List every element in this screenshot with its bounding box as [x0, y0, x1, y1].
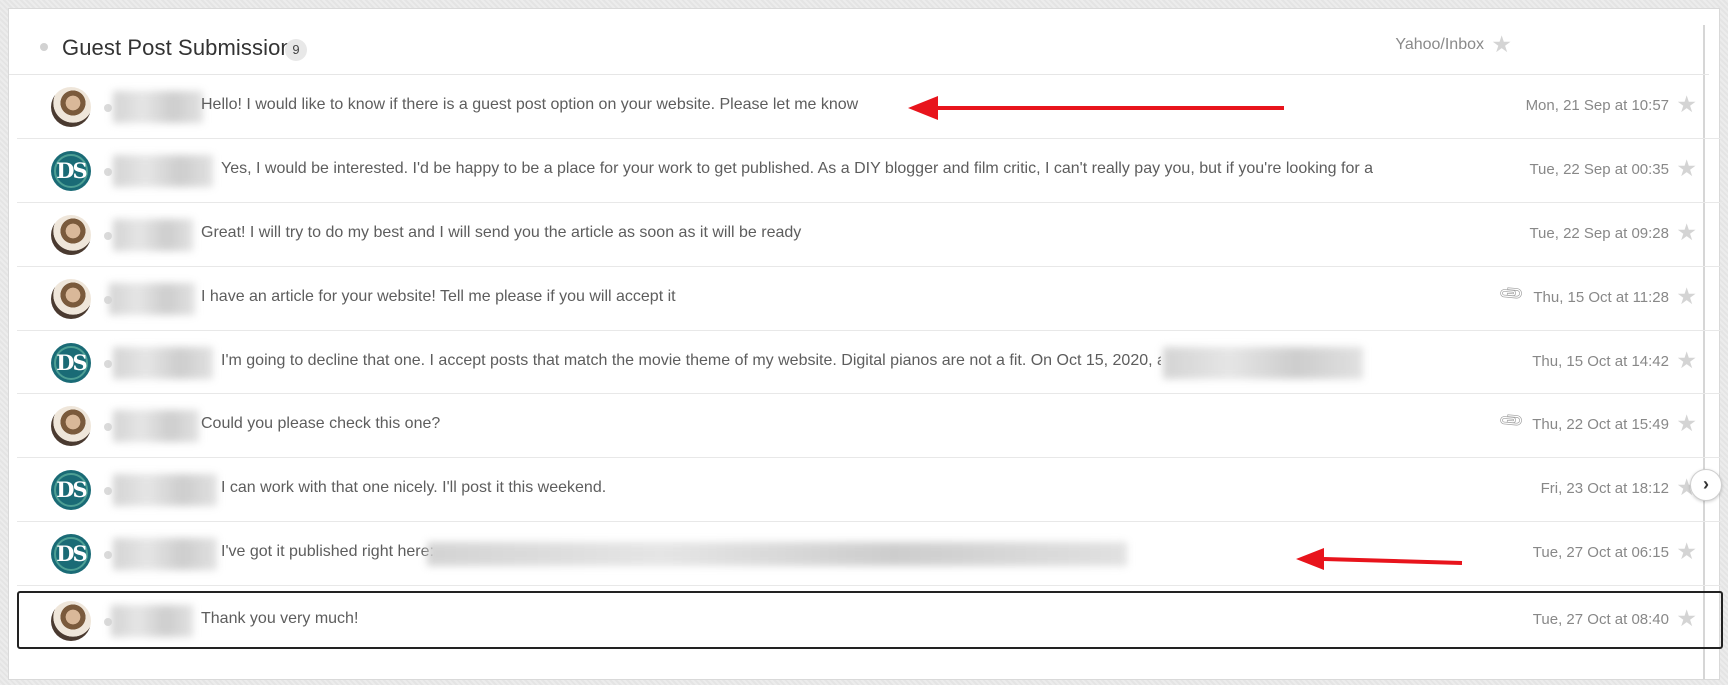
message-row[interactable]: Hello! I would like to know if there is …: [17, 75, 1723, 139]
avatar: DS: [51, 342, 91, 383]
paperclip-icon: 📎︎: [1497, 406, 1527, 436]
unread-dot: [40, 43, 48, 51]
message-snippet: Yes, I would be interested. I'd be happy…: [221, 159, 1373, 177]
unread-dot: [104, 104, 112, 112]
avatar: [51, 406, 91, 447]
conversation-header: Guest Post Submission 9 Yahoo/Inbox ★: [9, 9, 1709, 75]
thread-title: Guest Post Submission: [62, 35, 293, 60]
message-date: Fri, 23 Oct at 18:12: [1540, 480, 1669, 498]
redacted-email: [1163, 346, 1363, 379]
message-row[interactable]: Could you please check this one? 📎︎ Thu,…: [17, 394, 1723, 459]
sender-name-redacted: [111, 605, 193, 638]
message-snippet: Thank you very much!: [201, 610, 359, 628]
sender-name-redacted: [113, 538, 217, 571]
message-row[interactable]: DS Yes, I would be interested. I'd be ha…: [17, 139, 1723, 203]
avatar: [51, 601, 91, 642]
sender-name-redacted: [113, 346, 213, 379]
message-list: Hello! I would like to know if there is …: [17, 75, 1723, 650]
message-date: Tue, 27 Oct at 06:15: [1532, 544, 1669, 562]
message-snippet: Great! I will try to do my best and I wi…: [201, 223, 802, 241]
avatar-initials: DS: [56, 541, 87, 567]
message-date: Tue, 22 Sep at 09:28: [1529, 224, 1669, 242]
star-icon[interactable]: ★: [1676, 605, 1697, 632]
avatar: DS: [51, 150, 91, 191]
sender-name-redacted: [113, 410, 199, 443]
message-date: Tue, 22 Sep at 00:35: [1529, 160, 1669, 178]
message-row[interactable]: I have an article for your website! Tell…: [17, 267, 1723, 331]
message-row[interactable]: DS I can work with that one nicely. I'll…: [17, 458, 1723, 523]
unread-dot: [104, 167, 112, 176]
star-icon[interactable]: ★: [1676, 155, 1697, 182]
annotation-arrow-icon: [1296, 548, 1463, 570]
star-icon[interactable]: ★: [1676, 347, 1697, 374]
message-row[interactable]: DS I've got it published right here: Tue…: [17, 522, 1723, 587]
message-row[interactable]: DS I'm going to decline that one. I acce…: [17, 331, 1723, 395]
unread-dot: [104, 359, 112, 368]
message-date: Thu, 15 Oct at 14:42: [1532, 352, 1669, 370]
sender-name-redacted: [113, 474, 217, 507]
message-row[interactable]: Great! I will try to do my best and I wi…: [17, 203, 1723, 267]
star-icon[interactable]: ★: [1676, 283, 1697, 310]
message-date: Mon, 21 Sep at 10:57: [1525, 97, 1669, 114]
message-date: Tue, 27 Oct at 08:40: [1532, 611, 1669, 629]
avatar-initials: DS: [56, 477, 87, 503]
sender-name-redacted: [113, 218, 193, 251]
chevron-right-icon[interactable]: ›: [1690, 469, 1722, 501]
avatar: [51, 87, 91, 127]
message-snippet: I have an article for your website! Tell…: [201, 287, 676, 305]
avatar-initials: DS: [56, 349, 87, 375]
avatar: [51, 278, 91, 319]
sender-name-redacted: [113, 154, 213, 187]
message-row-selected[interactable]: Thank you very much! Tue, 27 Oct at 08:4…: [17, 591, 1723, 650]
message-date: Thu, 22 Oct at 15:49: [1532, 416, 1669, 434]
unread-dot: [104, 231, 112, 240]
avatar: DS: [51, 470, 91, 511]
star-icon[interactable]: ★: [1491, 31, 1512, 58]
message-snippet: I've got it published right here:: [221, 543, 434, 561]
avatar: [51, 214, 91, 255]
sender-name-redacted: [113, 91, 203, 123]
unread-dot: [104, 551, 112, 560]
redacted-link: [427, 542, 1127, 567]
message-snippet: I'm going to decline that one. I accept …: [221, 351, 1161, 369]
message-snippet: Could you please check this one?: [201, 415, 441, 433]
sender-name-redacted: [109, 282, 195, 315]
star-icon[interactable]: ★: [1676, 219, 1697, 246]
message-date: Thu, 15 Oct at 11:28: [1533, 288, 1669, 306]
avatar-initials: DS: [56, 157, 87, 183]
message-snippet: I can work with that one nicely. I'll po…: [221, 479, 607, 497]
folder-label[interactable]: Yahoo/Inbox: [1395, 36, 1484, 54]
avatar: DS: [51, 534, 91, 575]
message-count-badge: 9: [285, 39, 307, 61]
star-icon[interactable]: ★: [1676, 91, 1697, 118]
unread-dot: [104, 487, 112, 496]
star-icon[interactable]: ★: [1676, 410, 1697, 437]
paperclip-icon: 📎︎: [1497, 279, 1527, 308]
unread-dot: [104, 423, 112, 432]
star-icon[interactable]: ★: [1676, 538, 1697, 565]
conversation-panel: Guest Post Submission 9 Yahoo/Inbox ★ He…: [8, 8, 1723, 680]
annotation-arrow-icon: [908, 96, 1284, 120]
